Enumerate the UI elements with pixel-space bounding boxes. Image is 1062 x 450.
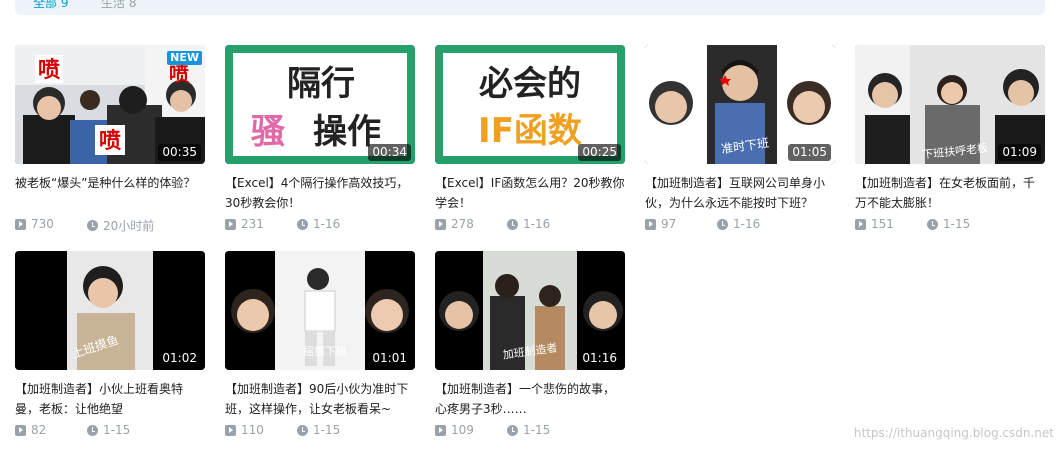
thumb-text: 隔行 bbox=[287, 64, 355, 104]
play-count: 151 bbox=[855, 217, 894, 231]
play-icon bbox=[225, 218, 236, 230]
thumb-text: 喷 bbox=[169, 62, 189, 86]
duration-badge: 01:02 bbox=[158, 350, 201, 367]
publish-time: 1-15 bbox=[297, 423, 340, 437]
publish-time: 1-16 bbox=[717, 217, 760, 231]
publish-time: 1-16 bbox=[297, 217, 340, 231]
video-card[interactable]: 上班摸鱼 01:02 【加班制造者】小伙上班看奥特曼，老板：让他绝望 82 1-… bbox=[15, 251, 205, 446]
video-title[interactable]: 【Excel】IF函数怎么用？20秒教你学会！ bbox=[435, 173, 625, 213]
clock-icon bbox=[507, 218, 518, 230]
video-card[interactable]: 隔行 骚 操作 00:34 【Excel】4个隔行操作高效技巧，30秒教会你！ … bbox=[225, 45, 415, 240]
play-count: 231 bbox=[225, 217, 264, 231]
video-card[interactable]: 加班制造者 01:16 【加班制造者】一个悲伤的故事，心疼男子3秒…… 109 … bbox=[435, 251, 625, 446]
duration-badge: 01:01 bbox=[368, 350, 411, 367]
duration-badge: 01:05 bbox=[788, 144, 831, 161]
duration-badge: 01:16 bbox=[578, 350, 621, 367]
clock-icon bbox=[717, 218, 728, 230]
clock-icon bbox=[927, 218, 938, 230]
clock-icon bbox=[87, 424, 98, 436]
video-title[interactable]: 【加班制造者】互联网公司单身小伙，为什么永远不能按时下班？ bbox=[645, 173, 835, 213]
video-thumbnail[interactable]: 喷 喷 喷 NEW 00:35 bbox=[15, 45, 205, 164]
video-card[interactable]: 下班扶呼老板 01:09 【加班制造者】在女老板面前，千万不能太膨胀！ 151 … bbox=[855, 45, 1045, 240]
publish-time: 1-16 bbox=[507, 217, 550, 231]
publish-time: 1-15 bbox=[507, 423, 550, 437]
tab-life[interactable]: 生活 8 bbox=[101, 0, 136, 11]
video-title[interactable]: 【Excel】4个隔行操作高效技巧，30秒教会你！ bbox=[225, 173, 415, 213]
publish-time: 20小时前 bbox=[87, 217, 154, 234]
play-count: 730 bbox=[15, 217, 54, 231]
new-badge: NEW bbox=[167, 51, 202, 65]
video-card[interactable]: 准时下班 01:05 【加班制造者】互联网公司单身小伙，为什么永远不能按时下班？… bbox=[645, 45, 835, 240]
play-icon bbox=[645, 218, 656, 230]
clock-icon bbox=[297, 424, 308, 436]
thumb-text: 必会的 bbox=[479, 64, 581, 104]
duration-badge: 00:34 bbox=[368, 144, 411, 161]
play-icon bbox=[15, 218, 26, 230]
video-thumbnail[interactable]: 上班摸鱼 01:02 bbox=[15, 251, 205, 370]
play-icon bbox=[15, 424, 26, 436]
video-title[interactable]: 【加班制造者】90后小伙为准时下班，这样操作，让女老板看呆~ bbox=[225, 379, 415, 419]
video-card[interactable]: 必会的 IF函数 00:25 【Excel】IF函数怎么用？20秒教你学会！ 2… bbox=[435, 45, 625, 240]
play-count: 97 bbox=[645, 217, 676, 231]
tab-all[interactable]: 全部 9 bbox=[33, 0, 68, 11]
play-icon bbox=[435, 424, 446, 436]
video-thumbnail[interactable]: 必会的 IF函数 00:25 bbox=[435, 45, 625, 164]
play-icon bbox=[855, 218, 866, 230]
duration-badge: 00:35 bbox=[158, 144, 201, 161]
thumb-text: 喷 bbox=[99, 129, 121, 154]
publish-time: 1-15 bbox=[87, 423, 130, 437]
thumb-text: 骚 bbox=[251, 112, 286, 152]
play-count: 110 bbox=[225, 423, 264, 437]
video-thumbnail[interactable]: 下班扶呼老板 01:09 bbox=[855, 45, 1045, 164]
watermark: https://ithuangqing.blog.csdn.net bbox=[853, 426, 1054, 440]
video-thumbnail[interactable]: 准时下班 01:05 bbox=[645, 45, 835, 164]
play-icon bbox=[435, 218, 446, 230]
video-title[interactable]: 【加班制造者】小伙上班看奥特曼，老板：让他绝望 bbox=[15, 379, 205, 419]
video-title[interactable]: 被老板“爆头”是种什么样的体验？ bbox=[15, 173, 205, 213]
clock-icon bbox=[507, 424, 518, 436]
thumb-text: IF函数 bbox=[478, 111, 582, 151]
play-count: 278 bbox=[435, 217, 474, 231]
play-icon bbox=[225, 424, 236, 436]
video-thumbnail[interactable]: 加班制造者 01:16 bbox=[435, 251, 625, 370]
publish-time: 1-15 bbox=[927, 217, 970, 231]
clock-icon bbox=[297, 218, 308, 230]
clock-icon bbox=[87, 220, 98, 231]
video-thumbnail[interactable]: 摇摆下班 01:01 bbox=[225, 251, 415, 370]
video-thumbnail[interactable]: 隔行 骚 操作 00:34 bbox=[225, 45, 415, 164]
filter-tabs-bar: 全部 9 生活 8 bbox=[15, 0, 1045, 15]
video-title[interactable]: 【加班制造者】一个悲伤的故事，心疼男子3秒…… bbox=[435, 379, 625, 419]
video-card[interactable]: 摇摆下班 01:01 【加班制造者】90后小伙为准时下班，这样操作，让女老板看呆… bbox=[225, 251, 415, 446]
play-count: 82 bbox=[15, 423, 46, 437]
thumb-text: 喷 bbox=[38, 58, 60, 83]
video-card[interactable]: 喷 喷 喷 NEW 00:35 被老板“爆头”是种什么样的体验？ 730 20小… bbox=[15, 45, 205, 240]
duration-badge: 00:25 bbox=[578, 144, 621, 161]
play-count: 109 bbox=[435, 423, 474, 437]
video-title[interactable]: 【加班制造者】在女老板面前，千万不能太膨胀！ bbox=[855, 173, 1045, 213]
duration-badge: 01:09 bbox=[998, 144, 1041, 161]
thumb-text: 摇摆下班 bbox=[303, 344, 347, 358]
